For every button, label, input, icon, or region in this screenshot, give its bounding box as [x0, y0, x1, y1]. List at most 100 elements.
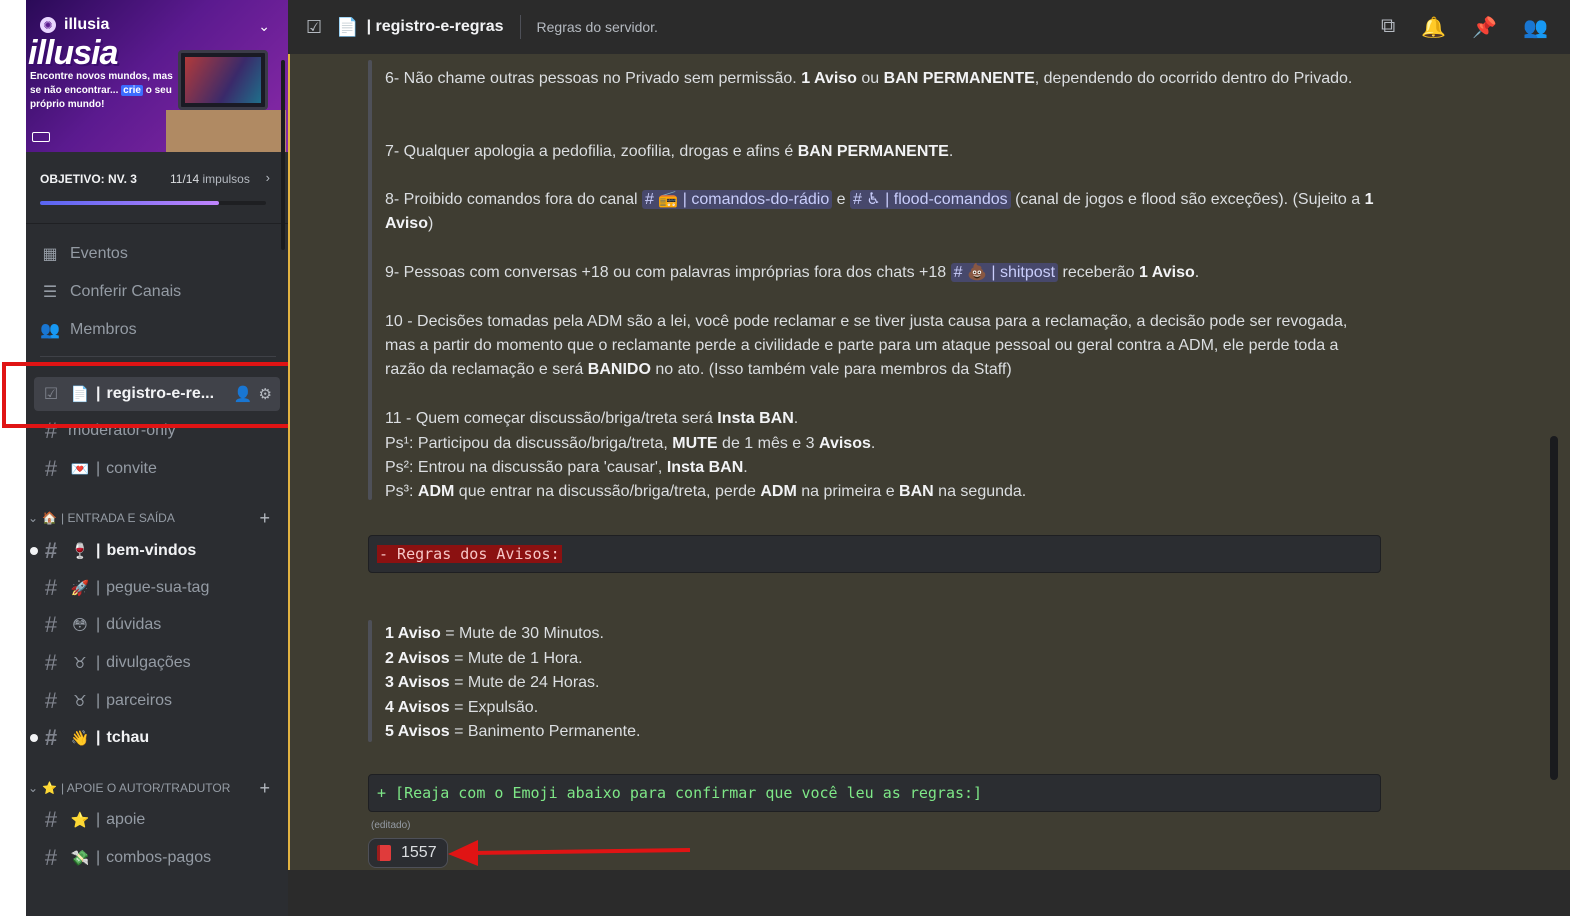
hash-icon: # — [44, 725, 58, 750]
aviso-rule: 1 Aviso = Mute de 30 Minutos. — [385, 625, 604, 642]
boost-count: 11/14 impulsos — [170, 172, 250, 186]
nav-events[interactable]: ▦ Eventos — [40, 239, 128, 269]
browse-channels-icon: ☰ — [42, 284, 58, 301]
hash-icon: # — [44, 845, 58, 870]
chevron-right-icon: › — [265, 170, 270, 185]
page-emoji-icon: 📄 — [336, 16, 359, 37]
channel-label: dúvidas — [106, 616, 162, 633]
category-emoji: ⭐ — [42, 781, 58, 795]
calendar-icon: ▦ — [42, 246, 58, 263]
annotation-highlight-box — [2, 362, 302, 428]
server-icon: ✺ — [40, 17, 56, 33]
rule-8: 8- Proibido comandos fora do canal # 📻 |… — [385, 190, 1374, 232]
hash-icon: # — [44, 612, 58, 637]
hash-icon: # — [44, 575, 58, 600]
members-icon: 👥 — [40, 322, 60, 339]
server-banner[interactable]: ✺ illusia ⌄ illusia Encontre novos mundo… — [26, 0, 288, 152]
channel-label: parceiros — [106, 692, 172, 709]
add-channel-icon[interactable]: + — [259, 508, 270, 529]
channel-label: divulgações — [106, 654, 191, 671]
channel-sidebar: ✺ illusia ⌄ illusia Encontre novos mundo… — [26, 0, 288, 916]
channel-title: | registro-e-regras — [366, 18, 504, 35]
channel-topic[interactable]: Regras do servidor. — [537, 19, 658, 35]
boost-progress-fill — [40, 201, 219, 205]
quote-bar — [368, 60, 372, 500]
channel-label: convite — [106, 460, 157, 477]
chevron-down-icon: ⌄ — [28, 511, 39, 525]
boost-goal-label: OBJETIVO: NV. 3 — [40, 172, 137, 186]
annotation-arrow — [448, 840, 691, 866]
channel-5[interactable]: # 👋 | tchau — [30, 721, 280, 755]
unread-indicator — [30, 734, 38, 742]
quote-bar — [368, 620, 372, 742]
chevron-down-icon[interactable]: ⌄ — [258, 18, 270, 35]
channel-1[interactable]: # 🚀 | pegue-sua-tag — [34, 571, 280, 605]
channel-emoji: 😳 — [72, 617, 88, 634]
ps-1: Ps¹: Participou da discussão/briga/treta… — [385, 435, 876, 452]
category-label: | ENTRADA E SAÍDA — [61, 511, 175, 525]
server-header[interactable]: ✺ illusia — [40, 16, 109, 34]
message-scrollbar[interactable] — [1550, 436, 1558, 780]
banner-tagline: Encontre novos mundos, mas se não encont… — [30, 71, 173, 110]
channel-2[interactable]: # 😳 | dúvidas — [34, 608, 280, 642]
channel-header: ☑ 📄 | registro-e-regras Regras do servid… — [288, 0, 1570, 54]
hash-icon: # — [44, 688, 58, 713]
channel-apoie-1[interactable]: # 💸 | combos-pagos — [34, 841, 280, 875]
channel-mention-flood[interactable]: # ♿ | flood-comandos — [850, 190, 1011, 209]
channel-convite[interactable]: # 💌 | convite — [34, 452, 280, 486]
reaction-button[interactable]: 1557 — [368, 838, 448, 868]
channel-0[interactable]: # 🍷 | bem-vindos — [30, 534, 280, 568]
channel-emoji: ♉ — [73, 693, 87, 710]
arrow-head — [448, 840, 478, 866]
rule-10: 10 - Decisões tomadas pela ADM são a lei… — [385, 313, 1348, 378]
nav-browse-channels-label: Conferir Canais — [70, 283, 182, 300]
channel-emoji: ♉ — [73, 655, 87, 672]
member-list-icon[interactable]: 👥 — [1523, 15, 1548, 40]
hash-icon: # — [44, 650, 58, 675]
threads-icon[interactable]: ⧉ — [1381, 15, 1395, 40]
channel-label: pegue-sua-tag — [106, 579, 210, 596]
channel-label: bem-vindos — [106, 542, 197, 559]
ps-3: Ps³: ADM que entrar na discussão/briga/t… — [385, 483, 1027, 500]
channel-apoie-0[interactable]: # ⭐ | apoie — [34, 803, 280, 837]
code-block-reaja: + [Reaja com o Emoji abaixo para confirm… — [368, 774, 1381, 812]
thread-gold-line — [288, 54, 290, 870]
banner-box-image — [166, 110, 286, 152]
edited-label: (editado) — [371, 820, 411, 831]
hash-icon: # — [44, 807, 58, 832]
nav-browse-channels[interactable]: ☰ Conferir Canais — [40, 277, 181, 307]
aviso-rule: 3 Avisos = Mute de 24 Horas. — [385, 674, 600, 691]
channel-3[interactable]: # ♉ | divulgações — [34, 646, 280, 680]
message-input-area[interactable] — [288, 870, 1570, 916]
arrow-shaft — [469, 848, 691, 855]
category-emoji: 🏠 — [42, 511, 58, 525]
rule-11: 11 - Quem começar discussão/briga/treta … — [385, 410, 799, 427]
category-entrada-e-saida[interactable]: ⌄ 🏠 | ENTRADA E SAÍDA + — [28, 506, 280, 530]
server-logo: illusia — [28, 34, 118, 72]
add-channel-icon[interactable]: + — [259, 778, 270, 799]
nav-members-label: Membros — [70, 321, 137, 338]
category-apoie[interactable]: ⌄ ⭐ | APOIE O AUTOR/TRADUTOR + — [28, 776, 280, 800]
pin-icon[interactable]: 📌 — [1472, 15, 1497, 40]
channel-mention-shitpost[interactable]: # 💩 | shitpost — [950, 263, 1059, 282]
boost-goal[interactable]: OBJETIVO: NV. 3 11/14 impulsos › — [26, 152, 288, 224]
reaction-count: 1557 — [401, 844, 437, 861]
channel-label: apoie — [106, 811, 146, 828]
channel-mention-comandos[interactable]: # 📻 | comandos-do-rádio — [642, 190, 833, 209]
nav-members[interactable]: 👥 Membros — [40, 315, 137, 345]
nav-events-label: Eventos — [70, 245, 128, 262]
bell-icon[interactable]: 🔔 — [1421, 15, 1446, 40]
channel-4[interactable]: # ♉ | parceiros — [34, 684, 280, 718]
ps-2: Ps²: Entrou na discussão para 'causar', … — [385, 459, 748, 476]
category-label: | APOIE O AUTOR/TRADUTOR — [61, 781, 231, 795]
channel-label: tchau — [106, 729, 150, 746]
channel-emoji: ⭐ — [70, 812, 90, 829]
channel-emoji: 🍷 — [70, 543, 90, 560]
banner-laptop-image — [178, 50, 268, 110]
rules-channel-icon: ☑ — [306, 16, 323, 37]
sidebar-scrollbar[interactable] — [281, 60, 285, 250]
channel-emoji: 💸 — [70, 850, 90, 867]
boost-badge-icon — [32, 132, 50, 142]
hash-icon: # — [44, 456, 58, 481]
rule-7: 7- Qualquer apologia a pedofilia, zoofil… — [385, 143, 954, 160]
